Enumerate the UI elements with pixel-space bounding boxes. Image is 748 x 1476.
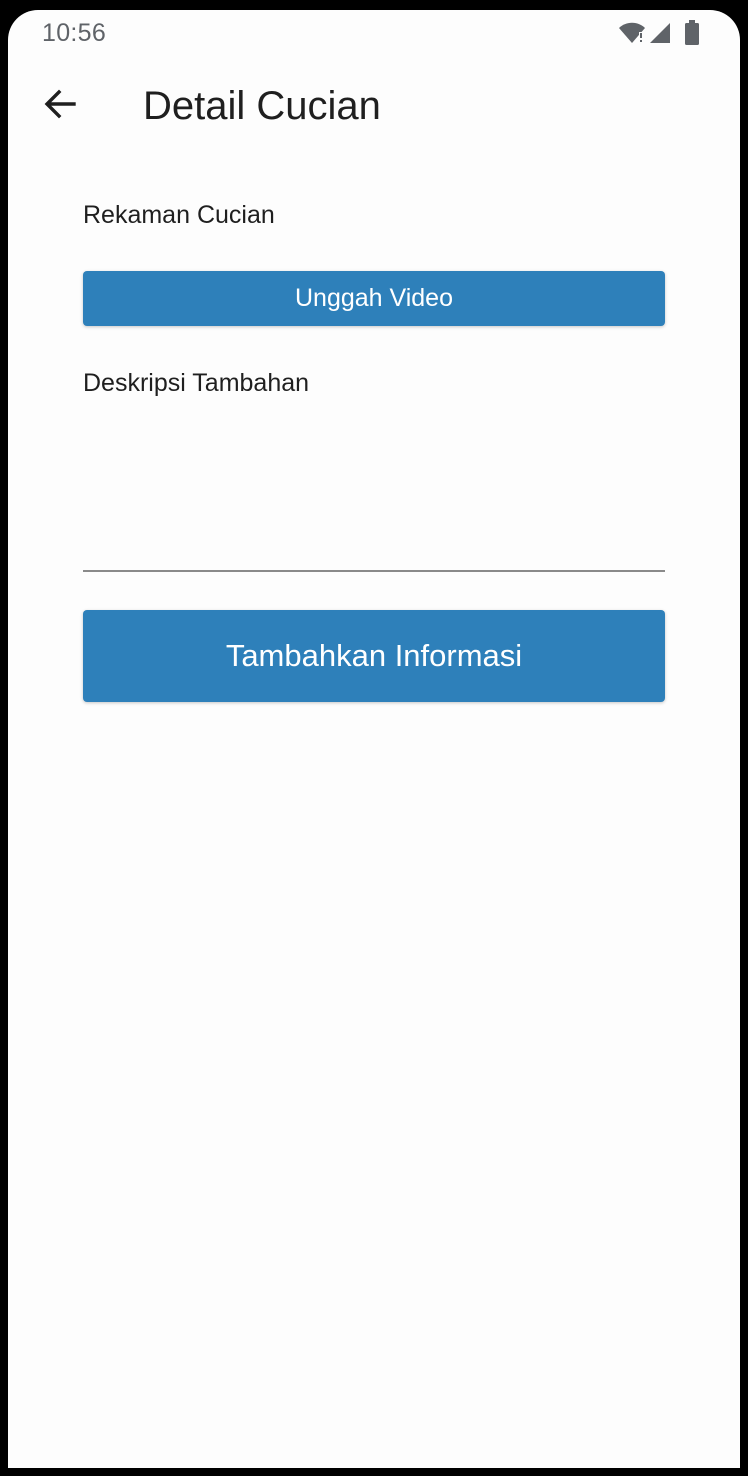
upload-video-button[interactable]: Unggah Video: [83, 271, 665, 326]
cell-signal-icon: [648, 21, 672, 45]
back-button[interactable]: [32, 78, 88, 134]
add-information-button[interactable]: Tambahkan Informasi: [83, 610, 665, 702]
description-field[interactable]: [83, 410, 665, 572]
status-bar: 10:56: [8, 10, 740, 58]
app-screen: 10:56 Detail Cucian Rekaman Cucian Ungga…: [8, 10, 740, 1468]
status-time: 10:56: [42, 19, 107, 47]
page-title: Detail Cucian: [143, 84, 381, 128]
status-icons: [618, 20, 700, 46]
app-bar: Detail Cucian: [8, 66, 740, 146]
recording-label: Rekaman Cucian: [83, 201, 275, 229]
battery-icon: [684, 20, 700, 46]
description-label: Deskripsi Tambahan: [83, 369, 310, 397]
arrow-left-icon: [43, 87, 77, 126]
wifi-alert-icon: [618, 21, 646, 45]
